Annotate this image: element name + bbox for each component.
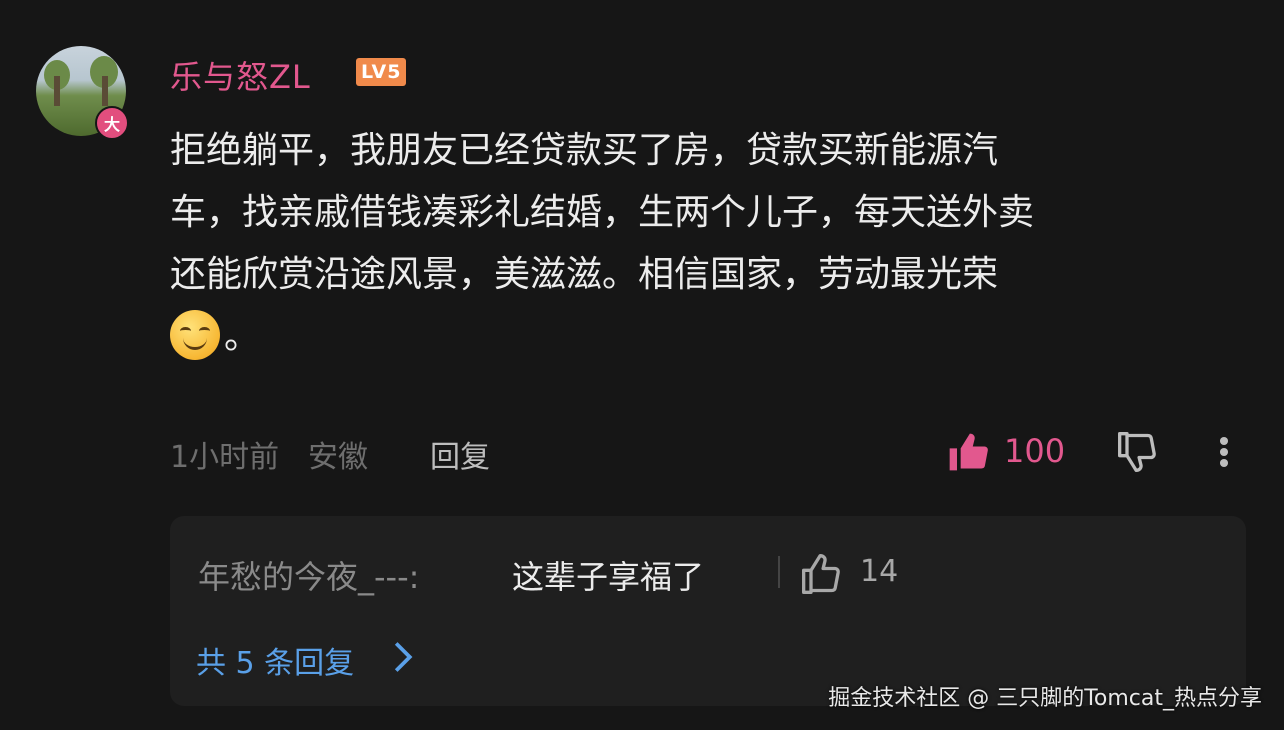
- level-badge: LV5: [356, 58, 407, 86]
- sub-reply-like-count: 14: [860, 554, 899, 589]
- more-options-icon[interactable]: [1210, 430, 1238, 478]
- sub-reply-author[interactable]: 年愁的今夜_---:: [198, 552, 419, 598]
- comment-line: 拒绝躺平，我朋友已经贷款买了房，贷款买新能源汽: [170, 130, 999, 171]
- avatar-badge: 大: [95, 106, 129, 140]
- comment-line: 。: [170, 306, 1250, 368]
- thumbs-down-icon[interactable]: [1116, 430, 1160, 478]
- avatar-trunk: [102, 76, 108, 106]
- divider: [778, 556, 780, 588]
- thumbs-up-icon[interactable]: [946, 430, 990, 478]
- sub-reply-box: 年愁的今夜_---: 这辈子享福了 14 共 5 条回复: [170, 516, 1246, 706]
- thumbs-up-icon[interactable]: [800, 552, 844, 600]
- comment-text: 拒绝躺平，我朋友已经贷款买了房，贷款买新能源汽 车，找亲戚借钱凑彩礼结婚，生两个…: [170, 120, 1250, 368]
- comment-line: 还能欣赏沿途风景，美滋滋。相信国家，劳动最光荣: [170, 254, 999, 295]
- like-count: 100: [1004, 432, 1066, 470]
- smiling-face-icon: [170, 310, 220, 360]
- comment-author[interactable]: 乐与怒ZL: [170, 52, 311, 98]
- view-all-replies-link[interactable]: 共 5 条回复: [196, 638, 354, 682]
- sub-reply-text: 这辈子享福了: [512, 558, 705, 596]
- chevron-right-icon[interactable]: [392, 640, 414, 678]
- avatar-trunk: [54, 76, 60, 106]
- watermark: 掘金技术社区 @ 三只脚的Tomcat_热点分享: [828, 686, 1262, 711]
- reply-button[interactable]: 回复: [430, 432, 490, 476]
- comment-line: 车，找亲戚借钱凑彩礼结婚，生两个儿子，每天送外卖: [170, 192, 1035, 233]
- comment-time: 1小时前: [170, 440, 280, 475]
- comment-location: 安徽: [308, 440, 368, 475]
